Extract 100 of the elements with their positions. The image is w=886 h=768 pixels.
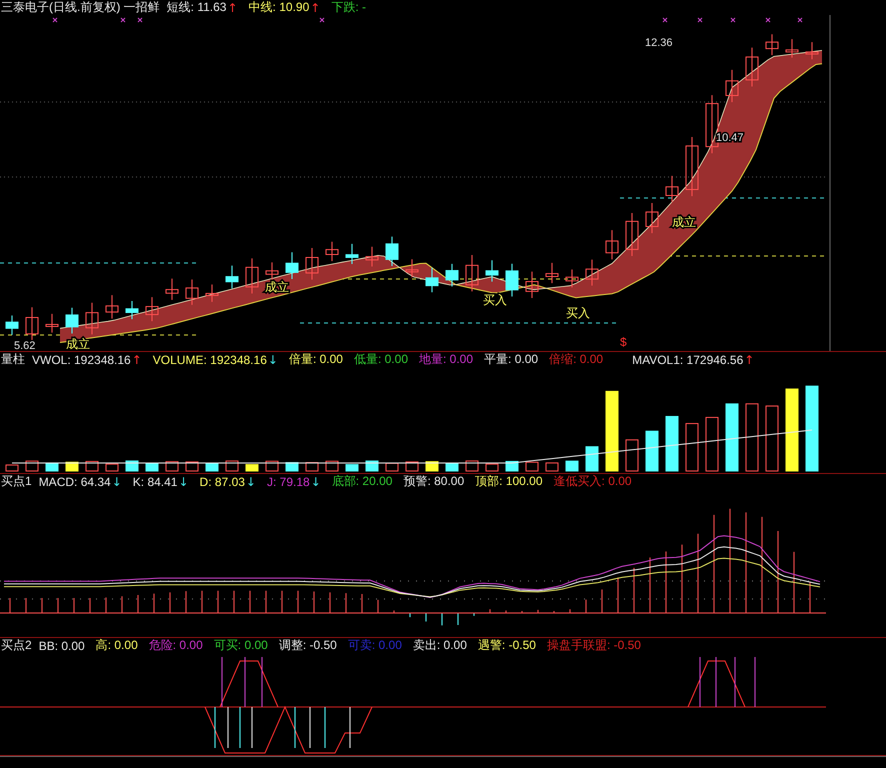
panel-title: 买点2 xyxy=(1,637,32,654)
indicator-value: 遇警: -0.50 xyxy=(478,637,536,654)
candlestick xyxy=(166,278,178,300)
x-marker-icon xyxy=(138,18,142,22)
indicator-value: 平量: 0.00 xyxy=(484,351,538,368)
candlestick xyxy=(286,252,298,280)
volume-bar xyxy=(186,461,198,472)
mark-symbol: $ xyxy=(620,335,627,349)
price-label: 5.62 xyxy=(14,340,36,351)
x-marker-icon xyxy=(662,18,668,22)
indicator-value: D: 87.03 xyxy=(200,474,245,488)
volume-bar xyxy=(46,462,58,472)
indicator-value: MACD: 64.34 xyxy=(38,474,111,488)
x-marker-icon xyxy=(320,18,324,22)
signal-label: 买入 xyxy=(483,293,507,307)
indicator-value: 下跌: - xyxy=(331,0,366,16)
volume-bar xyxy=(486,464,498,472)
indicator-value: MAVOL1: 172946.56 xyxy=(632,352,744,366)
candlestick xyxy=(526,271,538,298)
candlestick xyxy=(66,307,78,334)
candlestick xyxy=(6,315,18,336)
volume-bar xyxy=(586,446,598,472)
volume-bar xyxy=(506,460,518,472)
indicator-value: J: 79.18 xyxy=(266,474,310,488)
indicator-value: 低量: 0.00 xyxy=(354,351,408,368)
candlestick xyxy=(346,243,358,265)
x-marker-icon xyxy=(730,18,736,22)
candlestick xyxy=(146,296,158,322)
indicator-value: 底部: 20.00 xyxy=(332,473,392,490)
candlestick xyxy=(446,263,458,287)
volume-bar xyxy=(706,416,718,472)
indicator-value: 倍缩: 0.00 xyxy=(549,351,604,368)
candlestick xyxy=(746,47,758,87)
candlestick xyxy=(486,260,498,282)
candlestick xyxy=(266,262,278,282)
volume-bar xyxy=(166,461,178,472)
candlestick xyxy=(726,69,738,103)
volume-bar xyxy=(266,460,278,472)
volume-bar xyxy=(106,464,118,472)
volume-bar xyxy=(366,460,378,472)
x-marker-icon xyxy=(120,18,126,22)
volume-bar xyxy=(426,461,438,472)
volume-bar xyxy=(126,460,138,472)
trend-arrow: ↑ xyxy=(310,0,320,14)
volume-bar xyxy=(546,462,558,472)
panel-title: 买点1 xyxy=(1,473,32,490)
indicator-value: 倍量: 0.00 xyxy=(288,351,343,368)
volume-bar xyxy=(646,430,658,472)
signal-label: 成立 xyxy=(672,215,696,229)
volume-bar xyxy=(446,463,458,472)
volume-bar xyxy=(286,462,298,472)
indicator-value: VOLUME: 192348.16 xyxy=(152,352,267,366)
indicator-value: 调整: -0.50 xyxy=(278,637,337,654)
trend-arrow: ↓ xyxy=(112,474,122,488)
x-marker-icon xyxy=(798,18,802,22)
volume-bar xyxy=(326,460,338,472)
volume-bar xyxy=(146,463,158,472)
indicator-value: BB: 0.00 xyxy=(38,638,85,652)
x-marker-icon xyxy=(52,18,58,22)
candlestick xyxy=(306,248,318,280)
indicator-value: VWOL: 192348.16 xyxy=(32,352,131,366)
candlestick xyxy=(26,306,38,341)
candlestick xyxy=(386,236,398,266)
volume-bar xyxy=(86,460,98,472)
indicator-value: 操盘手联盟: -0.50 xyxy=(546,637,641,654)
indicator-value: 预警: 80.00 xyxy=(403,473,464,490)
volume-bar xyxy=(26,460,38,472)
indicator-value: 中线: 10.90 xyxy=(248,0,310,16)
candlestick xyxy=(606,230,618,260)
indicator-value: 卖出: 0.00 xyxy=(412,637,467,654)
signal-label: 成立 xyxy=(265,280,289,294)
candlestick xyxy=(786,38,798,58)
volume-bar xyxy=(526,462,538,472)
candlestick xyxy=(546,262,558,284)
volume-bar xyxy=(666,416,678,472)
indicator-value: 逢低买入: 0.00 xyxy=(554,473,632,490)
trend-arrow: ↓ xyxy=(310,474,321,488)
signal-label: 买入 xyxy=(566,306,590,320)
indicator-value: 可卖: 0.00 xyxy=(348,637,402,654)
volume-bar xyxy=(6,464,18,472)
candlestick xyxy=(646,202,658,234)
indicator-value: 地量: 0.00 xyxy=(419,351,474,368)
candlestick xyxy=(186,279,198,306)
volume-bar xyxy=(406,461,418,472)
volume-bar xyxy=(306,462,318,472)
candlestick xyxy=(506,263,518,297)
candlestick xyxy=(766,34,778,56)
candlestick xyxy=(126,300,138,320)
x-marker-icon xyxy=(766,18,770,22)
candlestick xyxy=(86,302,98,335)
indicator-value: 顶部: 100.00 xyxy=(475,473,543,490)
volume-bar xyxy=(686,423,698,472)
candlestick xyxy=(566,268,578,288)
indicator-value: 可买: 0.00 xyxy=(214,637,268,654)
candlestick xyxy=(246,258,258,294)
trend-arrow: ↓ xyxy=(246,474,256,488)
candlestick xyxy=(206,284,218,302)
trend-arrow: ↓ xyxy=(268,352,278,366)
candlestick xyxy=(626,212,638,256)
trend-arrow: ↑ xyxy=(132,352,142,366)
